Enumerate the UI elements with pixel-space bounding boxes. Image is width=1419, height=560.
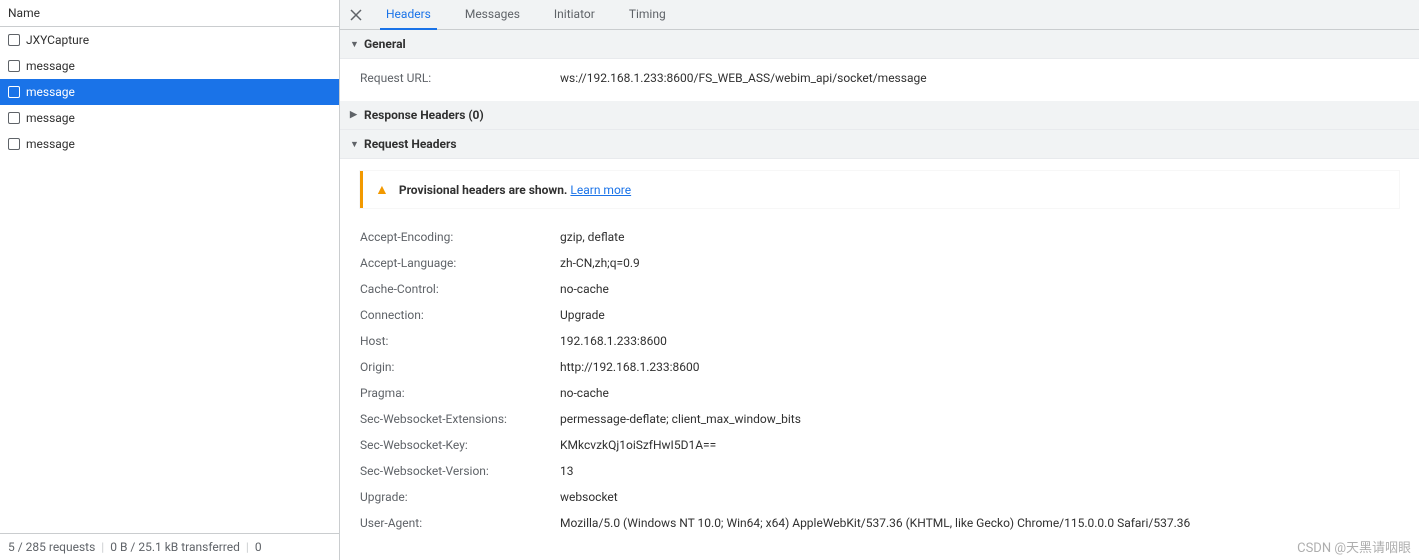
- header-value: 192.168.1.233:8600: [560, 332, 667, 350]
- transferred-size: 0 B / 25.1 kB transferred: [110, 540, 240, 554]
- request-name: message: [26, 135, 75, 153]
- header-name: Cache-Control:: [360, 280, 560, 298]
- request-row[interactable]: message: [0, 53, 339, 79]
- header-row: Connection:Upgrade: [360, 302, 1409, 328]
- request-name: JXYCapture: [26, 31, 89, 49]
- name-column-header[interactable]: Name: [0, 0, 339, 27]
- header-value: Mozilla/5.0 (Windows NT 10.0; Win64; x64…: [560, 514, 1190, 532]
- header-row: Accept-Language:zh-CN,zh;q=0.9: [360, 250, 1409, 276]
- header-row: Request URL:ws://192.168.1.233:8600/FS_W…: [360, 65, 1409, 91]
- general-section-toggle[interactable]: ▼ General: [340, 30, 1419, 59]
- header-name: Pragma:: [360, 384, 560, 402]
- close-icon: [350, 9, 362, 21]
- tabs-bar: Headers Messages Initiator Timing: [340, 0, 1419, 30]
- header-row: Accept-Encoding:gzip, deflate: [360, 224, 1409, 250]
- tab-initiator[interactable]: Initiator: [548, 0, 601, 30]
- response-headers-toggle[interactable]: ▶ Response Headers (0): [340, 101, 1419, 130]
- header-row: Upgrade:websocket: [360, 484, 1409, 510]
- request-row[interactable]: message: [0, 79, 339, 105]
- status-bar: 5 / 285 requests | 0 B / 25.1 kB transfe…: [0, 533, 339, 560]
- request-headers-title: Request Headers: [364, 137, 457, 151]
- header-value: no-cache: [560, 280, 609, 298]
- provisional-headers-warning: ▲ Provisional headers are shown. Learn m…: [360, 171, 1399, 208]
- header-row: Host:192.168.1.233:8600: [360, 328, 1409, 354]
- request-row[interactable]: message: [0, 105, 339, 131]
- websocket-icon: [8, 34, 20, 46]
- header-value: 13: [560, 462, 574, 480]
- header-name: Host:: [360, 332, 560, 350]
- header-value: permessage-deflate; client_max_window_bi…: [560, 410, 801, 428]
- header-value: ws://192.168.1.233:8600/FS_WEB_ASS/webim…: [560, 69, 927, 87]
- websocket-icon: [8, 86, 20, 98]
- response-headers-title: Response Headers (0): [364, 108, 484, 122]
- warning-icon: ▲: [375, 181, 389, 198]
- header-row: Cache-Control:no-cache: [360, 276, 1409, 302]
- header-value: websocket: [560, 488, 618, 506]
- header-row: Sec-Websocket-Extensions:permessage-defl…: [360, 406, 1409, 432]
- chevron-right-icon: ▶: [350, 110, 360, 120]
- request-list: JXYCapture message message message message: [0, 27, 339, 533]
- header-name: Accept-Language:: [360, 254, 560, 272]
- tab-headers[interactable]: Headers: [380, 0, 437, 30]
- header-row: Sec-Websocket-Key:KMkcvzkQj1oiSzfHwI5D1A…: [360, 432, 1409, 458]
- header-name: Request URL:: [360, 69, 560, 87]
- header-value: http://192.168.1.233:8600: [560, 358, 700, 376]
- request-row[interactable]: JXYCapture: [0, 27, 339, 53]
- header-row: Sec-Websocket-Version:13: [360, 458, 1409, 484]
- header-value: gzip, deflate: [560, 228, 624, 246]
- header-row: User-Agent:Mozilla/5.0 (Windows NT 10.0;…: [360, 510, 1409, 536]
- request-headers-toggle[interactable]: ▼ Request Headers: [340, 130, 1419, 159]
- header-name: User-Agent:: [360, 514, 560, 532]
- request-name: message: [26, 57, 75, 75]
- headers-content: ▼ General Request URL:ws://192.168.1.233…: [340, 30, 1419, 560]
- separator: |: [246, 540, 249, 554]
- websocket-icon: [8, 138, 20, 150]
- learn-more-link[interactable]: Learn more: [570, 183, 631, 197]
- network-requests-panel: Name JXYCapture message message message mess…: [0, 0, 340, 560]
- close-panel-button[interactable]: [346, 5, 366, 25]
- chevron-down-icon: ▼: [350, 39, 360, 50]
- general-section-body: Request URL:ws://192.168.1.233:8600/FS_W…: [340, 59, 1419, 101]
- warning-text: Provisional headers are shown.: [399, 183, 568, 197]
- header-name: Sec-Websocket-Version:: [360, 462, 560, 480]
- header-value: zh-CN,zh;q=0.9: [560, 254, 640, 272]
- header-name: Sec-Websocket-Key:: [360, 436, 560, 454]
- request-row[interactable]: message: [0, 131, 339, 157]
- header-row: Pragma:no-cache: [360, 380, 1409, 406]
- header-name: Origin:: [360, 358, 560, 376]
- separator: |: [101, 540, 104, 554]
- request-headers-body: Accept-Encoding:gzip, deflateAccept-Lang…: [340, 218, 1419, 546]
- header-value: Upgrade: [560, 306, 605, 324]
- header-name: Upgrade:: [360, 488, 560, 506]
- chevron-down-icon: ▼: [350, 139, 360, 150]
- tab-timing[interactable]: Timing: [623, 0, 672, 30]
- extra-count: 0: [255, 540, 262, 554]
- general-section-title: General: [364, 37, 406, 51]
- request-name: message: [26, 109, 75, 127]
- websocket-icon: [8, 60, 20, 72]
- header-name: Connection:: [360, 306, 560, 324]
- tab-messages[interactable]: Messages: [459, 0, 526, 30]
- header-row: Origin:http://192.168.1.233:8600: [360, 354, 1409, 380]
- header-value: KMkcvzkQj1oiSzfHwI5D1A==: [560, 436, 716, 454]
- header-name: Sec-Websocket-Extensions:: [360, 410, 560, 428]
- header-value: no-cache: [560, 384, 609, 402]
- details-panel: Headers Messages Initiator Timing ▼ General…: [340, 0, 1419, 560]
- request-name: message: [26, 83, 75, 101]
- requests-count: 5 / 285 requests: [8, 540, 95, 554]
- websocket-icon: [8, 112, 20, 124]
- header-name: Accept-Encoding:: [360, 228, 560, 246]
